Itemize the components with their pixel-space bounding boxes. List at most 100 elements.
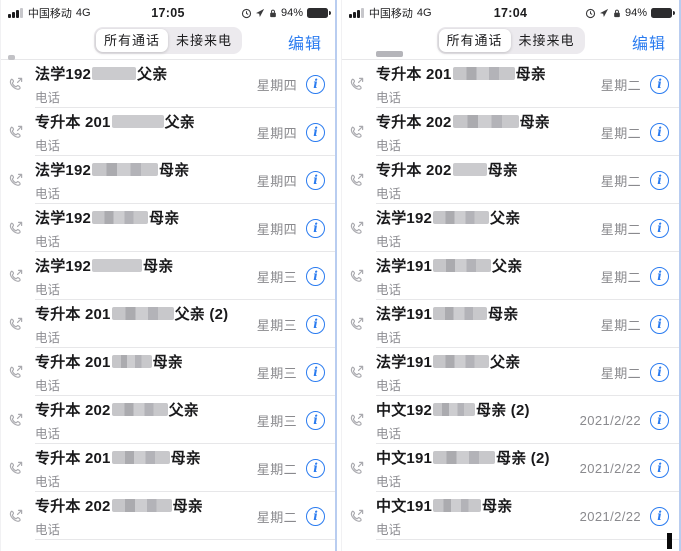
call-log-row[interactable]: 专升本 202父亲 电话 星期三 i <box>1 396 335 444</box>
info-icon[interactable]: i <box>650 171 669 190</box>
outgoing-call-icon <box>7 220 35 237</box>
info-icon[interactable]: i <box>306 411 325 430</box>
outgoing-call-icon <box>7 124 35 141</box>
call-log-row[interactable]: 中文191母亲 电话 2021/2/22 i <box>342 492 679 540</box>
call-log-row[interactable]: 法学191母亲 电话 星期二 i <box>342 300 679 348</box>
info-icon[interactable]: i <box>650 411 669 430</box>
call-log-row[interactable]: 专升本 202母亲 电话 星期二 i <box>342 108 679 156</box>
info-icon[interactable]: i <box>306 315 325 334</box>
contact-name: 法学192母亲 <box>35 162 189 179</box>
call-when: 2021/2/22 <box>580 461 641 476</box>
call-type-label: 电话 <box>376 87 601 106</box>
call-log-row[interactable]: 专升本 201父亲 (2) 电话 星期三 i <box>1 300 335 348</box>
info-icon[interactable]: i <box>650 507 669 526</box>
tab-all-calls[interactable]: 所有通话 <box>96 29 168 52</box>
call-type-label: 电话 <box>376 231 601 250</box>
call-type-label: 电话 <box>35 375 257 394</box>
info-icon[interactable]: i <box>306 459 325 478</box>
contact-name: 法学192父亲 <box>376 210 520 227</box>
call-log-row[interactable]: 法学192父亲 电话 星期二 i <box>342 204 679 252</box>
carrier-label: 中国移动 <box>28 5 72 21</box>
info-icon[interactable]: i <box>306 123 325 142</box>
call-type-label: 电话 <box>376 471 580 490</box>
signal-bars-icon <box>349 8 364 18</box>
call-when: 星期三 <box>257 411 297 430</box>
blur-mask <box>112 355 152 368</box>
call-log-row[interactable]: 中文191母亲 (2) 电话 2021/2/22 i <box>342 444 679 492</box>
info-icon[interactable]: i <box>306 75 325 94</box>
call-log-row[interactable]: 法学192母亲 电话 星期四 i <box>1 156 335 204</box>
info-icon[interactable]: i <box>650 459 669 478</box>
recent-calls-list: 法学192父亲 电话 星期四 i 专升本 201父亲 电话 星期四 i <box>1 59 335 540</box>
outgoing-call-icon <box>348 460 376 477</box>
contact-name-suffix: 父亲 <box>137 66 167 83</box>
info-icon[interactable]: i <box>650 315 669 334</box>
info-icon[interactable]: i <box>306 507 325 526</box>
contact-name-prefix: 专升本 201 <box>35 450 111 467</box>
info-icon[interactable]: i <box>650 123 669 142</box>
call-log-row[interactable]: 专升本 202母亲 电话 星期二 i <box>342 156 679 204</box>
edit-button[interactable]: 编辑 <box>632 30 666 54</box>
call-log-row[interactable]: 中文192母亲 (2) 电话 2021/2/22 i <box>342 396 679 444</box>
call-log-row[interactable]: 专升本 201母亲 电话 星期三 i <box>1 348 335 396</box>
call-type-label: 电话 <box>35 327 257 346</box>
blur-mask <box>92 259 142 272</box>
call-log-row[interactable]: 专升本 201母亲 电话 星期二 i <box>342 60 679 108</box>
call-log-row[interactable]: 专升本 202母亲 电话 星期二 i <box>1 492 335 540</box>
network-type-label: 4G <box>417 7 432 19</box>
info-icon[interactable]: i <box>306 267 325 286</box>
contact-name-suffix: 母亲 <box>488 162 518 179</box>
blur-mask <box>433 451 495 464</box>
edit-button[interactable]: 编辑 <box>288 30 322 54</box>
contact-name: 中文192母亲 (2) <box>376 402 530 419</box>
tab-missed-calls[interactable]: 未接来电 <box>511 29 583 52</box>
battery-icon <box>651 8 672 19</box>
call-log-row[interactable]: 专升本 201母亲 电话 星期二 i <box>1 444 335 492</box>
contact-name: 专升本 202母亲 <box>35 498 203 515</box>
contact-name-prefix: 专升本 202 <box>376 162 452 179</box>
outgoing-call-icon <box>7 364 35 381</box>
call-when: 星期二 <box>601 363 641 382</box>
outgoing-call-icon <box>348 412 376 429</box>
call-when: 星期四 <box>257 123 297 142</box>
outgoing-call-icon <box>348 508 376 525</box>
blur-mask <box>112 115 164 128</box>
info-icon[interactable]: i <box>306 363 325 382</box>
outgoing-call-icon <box>348 364 376 381</box>
outgoing-call-icon <box>348 124 376 141</box>
contact-name-suffix: 父亲 <box>490 354 520 371</box>
tab-all-calls[interactable]: 所有通话 <box>438 29 510 52</box>
call-log-row[interactable]: 法学192母亲 电话 星期四 i <box>1 204 335 252</box>
blur-mask <box>92 67 136 80</box>
info-icon[interactable]: i <box>306 219 325 238</box>
info-icon[interactable]: i <box>306 171 325 190</box>
contact-name-suffix: 母亲 <box>488 306 518 323</box>
info-icon[interactable]: i <box>650 363 669 382</box>
alarm-icon <box>241 8 252 19</box>
call-log-row[interactable]: 法学192母亲 电话 星期三 i <box>1 252 335 300</box>
info-icon[interactable]: i <box>650 219 669 238</box>
call-log-row[interactable]: 法学191父亲 电话 星期二 i <box>342 348 679 396</box>
info-icon[interactable]: i <box>650 75 669 94</box>
network-type-label: 4G <box>76 7 91 19</box>
blur-mask <box>433 403 475 416</box>
tab-missed-calls[interactable]: 未接来电 <box>168 29 240 52</box>
contact-name-prefix: 法学192 <box>35 258 91 275</box>
call-log-row[interactable]: 法学191父亲 电话 星期二 i <box>342 252 679 300</box>
contact-name-prefix: 法学192 <box>35 210 91 227</box>
info-icon[interactable]: i <box>650 267 669 286</box>
blur-mask <box>453 67 515 80</box>
contact-name-suffix: 母亲 <box>173 498 203 515</box>
contact-name-prefix: 专升本 201 <box>376 66 452 83</box>
call-log-row[interactable]: 专升本 201父亲 电话 星期四 i <box>1 108 335 156</box>
call-type-label: 电话 <box>35 183 257 202</box>
status-bar: 中国移动 4G 17:04 94% <box>342 0 679 24</box>
rotation-lock-icon <box>268 8 278 19</box>
contact-name: 法学191父亲 <box>376 258 522 275</box>
battery-icon <box>307 8 328 19</box>
contact-name: 专升本 201母亲 <box>35 450 201 467</box>
recent-calls-list: 专升本 201母亲 电话 星期二 i 专升本 202母亲 电话 星期二 i <box>342 59 679 540</box>
blur-mask <box>433 355 489 368</box>
call-when: 星期四 <box>257 171 297 190</box>
call-log-row[interactable]: 法学192父亲 电话 星期四 i <box>1 60 335 108</box>
